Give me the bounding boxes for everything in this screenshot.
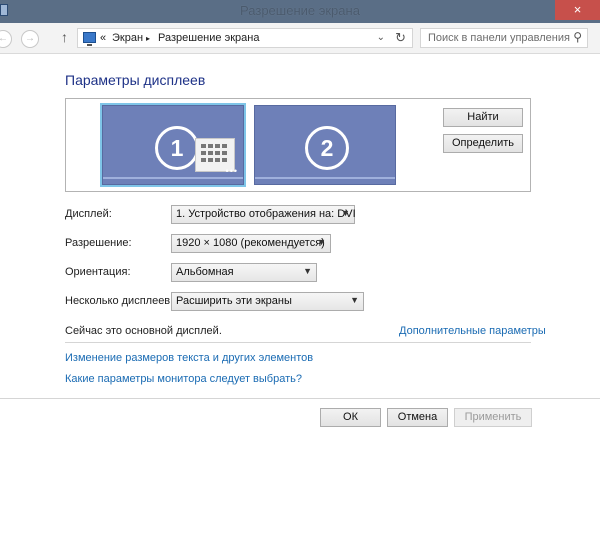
multiple-displays-label: Несколько дисплеев:: [65, 295, 174, 307]
primary-display-status: Сейчас это основной дисплей.: [65, 325, 222, 337]
advanced-settings-link[interactable]: Дополнительные параметры: [399, 325, 546, 337]
breadcrumb-item-resolution[interactable]: Разрешение экрана: [158, 32, 259, 44]
breadcrumb-separator-icon[interactable]: ▸: [146, 34, 150, 43]
find-button[interactable]: Найти: [443, 108, 523, 127]
resolution-label: Разрешение:: [65, 237, 132, 249]
chevron-down-icon: ▼: [317, 237, 326, 247]
navigation-bar: ← → ↑ « Экран ▸ Разрешение экрана ⌄ ↻ По…: [0, 23, 600, 54]
monitor-1[interactable]: 1 •••: [102, 105, 244, 185]
refresh-icon[interactable]: ↻: [395, 30, 406, 46]
taskbar-strip: [103, 177, 243, 179]
chevron-down-icon: ▼: [350, 295, 359, 305]
multiple-displays-select[interactable]: Расширить эти экраны ▼: [171, 292, 364, 311]
search-icon[interactable]: ⚲: [573, 30, 582, 44]
window-title: Разрешение экрана: [240, 3, 360, 18]
multiple-displays-value: Расширить эти экраны: [176, 295, 292, 307]
taskbar-strip: [255, 177, 395, 179]
monitor-help-link[interactable]: Какие параметры монитора следует выбрать…: [65, 373, 302, 385]
monitor-1-number: 1: [155, 126, 199, 170]
search-box[interactable]: Поиск в панели управления ⚲: [420, 28, 588, 48]
breadcrumb-item-screen[interactable]: Экран: [112, 32, 143, 44]
display-select[interactable]: 1. Устройство отображения на: DVI ▼: [171, 205, 356, 224]
forward-arrow-icon[interactable]: →: [21, 30, 39, 48]
title-bar: Разрешение экрана ×: [0, 0, 600, 23]
display-label: Дисплей:: [65, 208, 112, 220]
resolution-select[interactable]: 1920 × 1080 (рекомендуется) ▼: [171, 234, 331, 253]
text-size-link[interactable]: Изменение размеров текста и других элеме…: [65, 352, 313, 364]
monitor-2[interactable]: 2: [254, 105, 396, 185]
orientation-select[interactable]: Альбомная ▼: [171, 263, 317, 282]
display-value: 1. Устройство отображения на: DVI: [176, 208, 356, 220]
breadcrumb-overflow[interactable]: «: [100, 32, 106, 44]
address-bar[interactable]: « Экран ▸ Разрешение экрана ⌄ ↻: [77, 28, 413, 48]
control-panel-icon: [83, 32, 96, 46]
orientation-label: Ориентация:: [65, 266, 131, 278]
chevron-down-icon: ▼: [341, 208, 350, 218]
chevron-down-icon[interactable]: ⌄: [377, 32, 385, 43]
up-arrow-icon[interactable]: ↑: [61, 29, 68, 45]
ok-button[interactable]: ОК: [320, 408, 381, 427]
back-arrow-icon[interactable]: ←: [0, 30, 12, 48]
cancel-button[interactable]: Отмена: [387, 408, 448, 427]
search-input[interactable]: Поиск в панели управления: [428, 32, 570, 44]
monitor-2-number: 2: [305, 126, 349, 170]
close-button[interactable]: ×: [555, 0, 600, 20]
apply-button[interactable]: Применить: [454, 408, 532, 427]
monitor-arrangement-panel: 1 ••• 2 Найти Определить: [65, 98, 531, 192]
page-title: Параметры дисплеев: [65, 72, 206, 88]
taskbar-dots-icon: •••: [225, 166, 238, 176]
chevron-down-icon: ▼: [303, 266, 312, 276]
footer-divider: [0, 398, 600, 399]
resolution-value: 1920 × 1080 (рекомендуется): [176, 237, 325, 249]
orientation-value: Альбомная: [176, 266, 234, 278]
identify-button[interactable]: Определить: [443, 134, 523, 153]
divider: [65, 342, 531, 343]
